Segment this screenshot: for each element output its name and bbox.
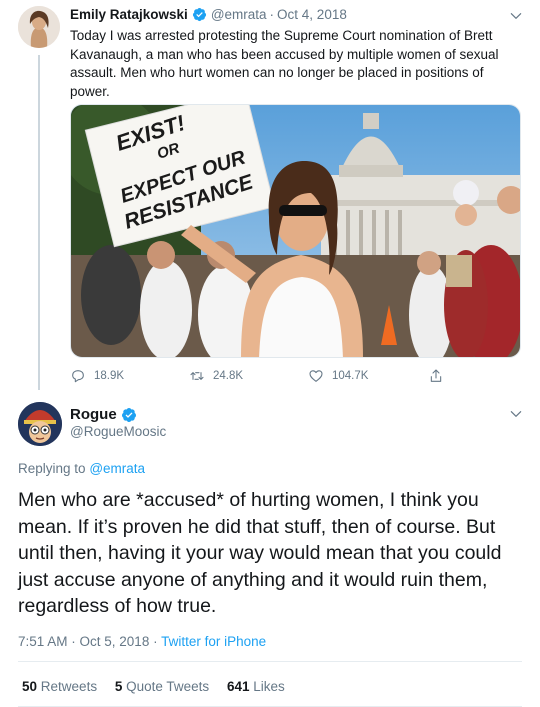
retweet-icon (190, 372, 204, 380)
likes-stat[interactable]: 641 Likes (227, 679, 285, 694)
reply-icon (72, 370, 84, 383)
reply-meta: 7:51 AM · Oct 5, 2018 · Twitter for iPho… (18, 634, 266, 649)
replying-to: Replying to @emrata (18, 461, 145, 476)
reply-action[interactable]: 18.9K (70, 368, 124, 384)
retweets-stat[interactable]: 50 Retweets (22, 679, 97, 694)
reply-avatar[interactable] (18, 402, 62, 446)
quote-tweets-stat[interactable]: 5 Quote Tweets (115, 679, 209, 694)
chevron-down-icon[interactable] (509, 407, 523, 421)
like-action[interactable]: 104.7K (308, 368, 368, 384)
quotes-count: 5 (114, 679, 123, 694)
tweet-date[interactable]: Oct 4, 2018 (277, 7, 347, 22)
tweet-text: Today I was arrested protesting the Supr… (70, 28, 499, 99)
separator: · (269, 7, 275, 22)
reply-stats: 50 Retweets 5 Quote Tweets 641 Likes (22, 679, 299, 694)
divider (18, 661, 522, 662)
reply-author-name[interactable]: Rogue (70, 406, 117, 423)
likes-stat-count: 641 (226, 679, 250, 694)
author-handle[interactable]: @emrata (211, 7, 267, 22)
reply-count: 18.9K (94, 370, 125, 382)
original-tweet[interactable]: Emily Ratajkowski @emrata · Oct 4, 2018 … (0, 0, 540, 395)
tweet-actions: 18.9K 24.8K 104.7K (70, 368, 510, 386)
tweet-photo[interactable]: EXIST! OR EXPECT OUR RESISTANCE (70, 104, 521, 358)
like-icon (309, 370, 323, 382)
chevron-down-icon[interactable] (509, 9, 523, 23)
share-action[interactable] (428, 368, 452, 384)
replying-prefix: Replying to (18, 461, 86, 476)
protest-photo: EXIST! OR EXPECT OUR RESISTANCE (71, 105, 520, 357)
verified-badge-icon (121, 407, 136, 422)
like-count: 104.7K (332, 370, 369, 382)
retweets-count: 50 (22, 679, 38, 694)
retweet-count: 24.8K (213, 370, 244, 382)
verified-badge-icon (192, 7, 206, 22)
thread-line (38, 55, 40, 390)
reply-text: Men who are *accused* of hurting women, … (18, 489, 502, 617)
author-name[interactable]: Emily Ratajkowski (70, 7, 188, 22)
reply-author[interactable]: Rogue (70, 406, 141, 423)
reply-handle[interactable]: @RogueMoosic (70, 424, 166, 439)
reply-source[interactable]: Twitter for iPhone (161, 634, 266, 649)
tweet-header: Emily Ratajkowski @emrata · Oct 4, 2018 (70, 7, 347, 22)
avatar[interactable] (18, 6, 60, 48)
retweet-action[interactable]: 24.8K (189, 368, 243, 384)
likes-label: Likes (253, 679, 285, 694)
retweets-label: Retweets (40, 679, 98, 694)
replying-to-link[interactable]: @emrata (89, 461, 145, 476)
quotes-label: Quote Tweets (126, 679, 210, 694)
reply-timestamp[interactable]: 7:51 AM · Oct 5, 2018 · (18, 634, 158, 649)
share-icon (430, 369, 442, 382)
